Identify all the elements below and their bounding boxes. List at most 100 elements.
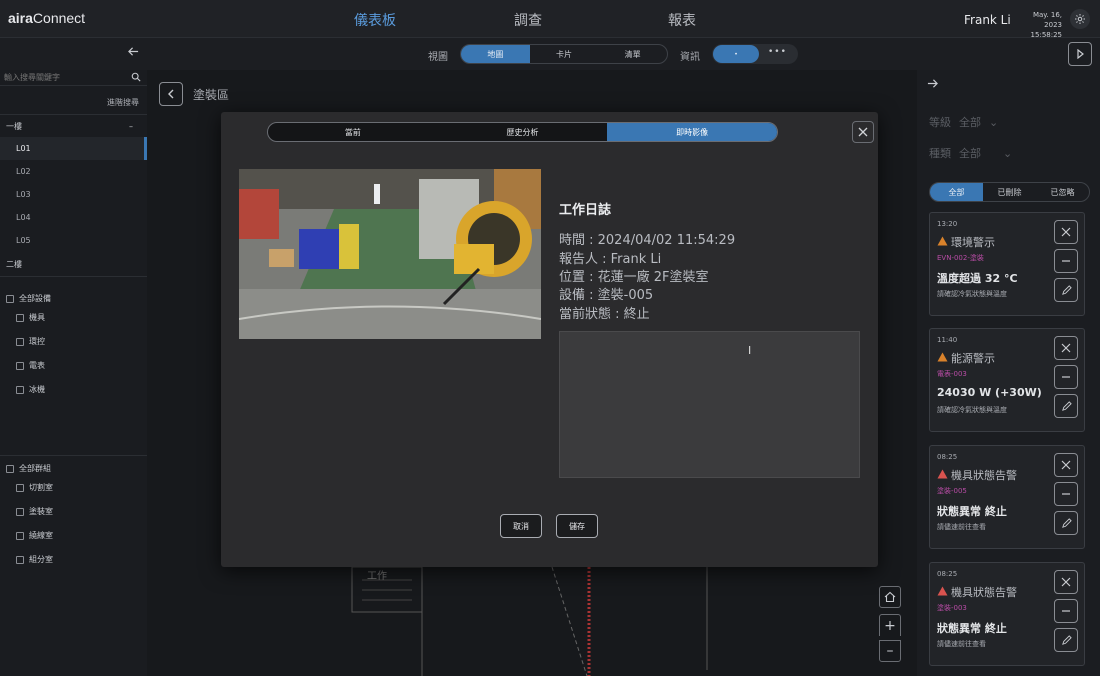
floor-item-l05[interactable]: L05 [0,229,147,252]
ignore-alert-button[interactable] [1054,249,1078,273]
checkbox-icon[interactable] [16,361,24,370]
map-label: 工作 [367,571,387,582]
play-button[interactable] [1068,42,1092,66]
collapse-minus-icon[interactable]: – [129,122,133,131]
user-name[interactable]: Frank Li [964,13,1011,27]
all-groups-checkbox[interactable]: 全部群組 [6,463,51,474]
group-painting[interactable]: 塗裝室 [16,506,53,517]
view-map[interactable]: 地圖 [461,45,530,63]
floor-item-l04[interactable]: L04 [0,206,147,229]
alert-time: 13:20 [937,220,958,228]
current-date: May. 16, 2023 [1032,11,1062,29]
cancel-button[interactable]: 取消 [500,514,542,538]
info-toggle[interactable]: • ••• [712,44,798,64]
tab-live-video[interactable]: 即時影像 [607,123,777,141]
group-winding[interactable]: 繞線室 [16,530,53,541]
floor-2-header[interactable]: 二樓 [0,253,147,275]
checkbox-icon[interactable] [6,464,14,473]
edit-alert-button[interactable] [1054,628,1078,652]
alert-time: 11:40 [937,336,958,344]
type-filter[interactable]: 種類 全部 ⌄ [929,145,1012,161]
alert-card[interactable]: 08:25 機具狀態告警 塗裝-003 狀態異常 終止 請儘速前往查看 [929,562,1085,666]
app-logo[interactable]: airaConnect [8,10,85,26]
advanced-search-link[interactable]: 進階搜尋 [107,97,139,108]
search-icon[interactable] [131,72,141,82]
tab-history-analysis[interactable]: 歷史分析 [438,123,608,141]
floor-item-l01[interactable]: L01 [0,137,147,160]
chevron-down-icon: ⌄ [989,116,999,129]
alert-card[interactable]: 13:20 環境警示 EVN-002-塗裝 溫度超過 32 °C 請確認冷氣狀態… [929,212,1085,316]
floor-2-label: 二樓 [6,259,22,269]
more-dots-icon[interactable]: ••• [768,47,787,57]
dismiss-alert-button[interactable] [1054,336,1078,360]
checkbox-icon[interactable] [6,294,14,303]
checkbox-icon[interactable] [16,337,24,346]
tab-deleted[interactable]: 已刪除 [983,183,1036,201]
group-assembly[interactable]: 組分室 [16,554,53,565]
checkbox-icon[interactable] [16,531,24,540]
minus-icon [1062,260,1070,262]
dismiss-alert-button[interactable] [1054,453,1078,477]
save-button[interactable]: 儲存 [556,514,598,538]
tab-current[interactable]: 當前 [268,123,438,141]
collapse-sidebar-icon[interactable] [128,46,139,60]
edit-alert-button[interactable] [1054,511,1078,535]
zoom-out-button[interactable]: – [879,640,901,662]
alert-title: 環境警示 [951,236,995,249]
ignore-alert-button[interactable] [1054,365,1078,389]
close-icon [1061,460,1071,470]
settings-button[interactable] [1070,9,1090,29]
alert-time: 08:25 [937,570,958,578]
nav-tab-reports[interactable]: 報表 [668,10,696,30]
zoom-in-button[interactable]: + [879,614,901,636]
alert-note: 請確認冷氣狀態與溫度 [937,290,1007,298]
all-devices-checkbox[interactable]: 全部設備 [6,293,51,304]
device-type-meter[interactable]: 電表 [16,360,45,371]
edit-alert-button[interactable] [1054,394,1078,418]
work-log-notes-input[interactable] [559,331,860,478]
alert-note: 請儘速前往查看 [937,640,986,648]
checkbox-icon[interactable] [16,555,24,564]
group-cutting[interactable]: 切割室 [16,482,53,493]
tab-ignored[interactable]: 已忽略 [1036,183,1089,201]
map-home-button[interactable] [879,586,901,608]
gear-icon [1075,14,1085,24]
nav-tab-investigate[interactable]: 調查 [514,10,542,30]
tab-all[interactable]: 全部 [930,183,983,201]
modal-tabs: 當前 歷史分析 即時影像 [267,122,778,142]
checkbox-icon[interactable] [16,507,24,516]
dismiss-alert-button[interactable] [1054,220,1078,244]
alert-title-row: 能源警示 [937,350,995,366]
device-type-environment[interactable]: 環控 [16,336,45,347]
top-bar: airaConnect 儀表板 調查 報表 Frank Li May. 16, … [0,0,1100,39]
info-toggle-knob[interactable]: • [713,45,759,63]
live-camera-feed[interactable] [239,169,541,339]
checkbox-icon[interactable] [16,385,24,394]
pencil-icon [1061,400,1072,411]
nav-tab-dashboard[interactable]: 儀表板 [354,10,396,30]
alert-value: 24030 W (+30W) [937,386,1042,399]
expand-panel-icon[interactable] [927,78,938,92]
ignore-alert-button[interactable] [1054,599,1078,623]
view-list[interactable]: 清單 [598,45,667,63]
floor-item-l03[interactable]: L03 [0,183,147,206]
edit-alert-button[interactable] [1054,278,1078,302]
alert-value: 狀態異常 終止 [937,505,1007,518]
floor-item-l02[interactable]: L02 [0,160,147,183]
close-modal-button[interactable] [852,121,874,143]
level-filter[interactable]: 等級 全部 ⌄ [929,114,998,130]
group-label: 塗裝室 [29,507,53,516]
checkbox-icon[interactable] [16,483,24,492]
device-type-machine[interactable]: 機具 [16,312,45,323]
search-input[interactable] [0,70,128,85]
pencil-icon [1061,517,1072,528]
checkbox-icon[interactable] [16,313,24,322]
alert-card[interactable]: 11:40 能源警示 電表-003 24030 W (+30W) 請確認冷氣狀態… [929,328,1085,432]
alert-title: 機具狀態告警 [951,469,1017,482]
device-type-chiller[interactable]: 冰機 [16,384,45,395]
alert-card[interactable]: 08:25 機具狀態告警 塗裝-005 狀態異常 終止 請儘速前往查看 [929,445,1085,549]
dismiss-alert-button[interactable] [1054,570,1078,594]
ignore-alert-button[interactable] [1054,482,1078,506]
view-card[interactable]: 卡片 [530,45,599,63]
floor-1-header[interactable]: 一樓 – [0,115,147,137]
